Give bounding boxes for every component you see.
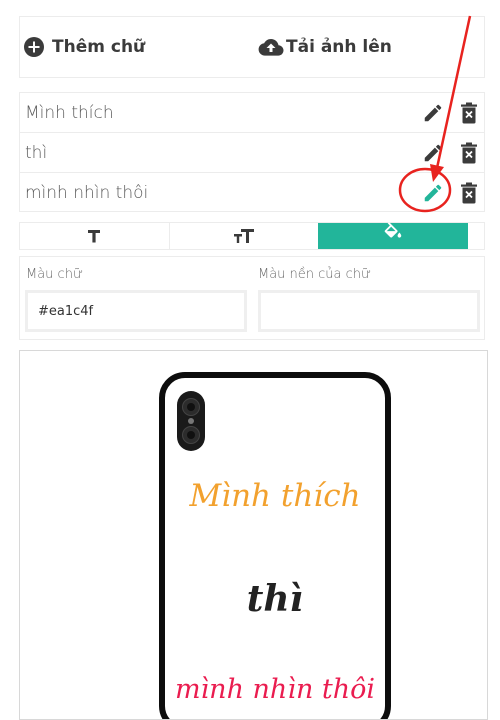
preview-text-line-3[interactable]: mình nhìn thôi xyxy=(165,674,385,705)
text-size-icon xyxy=(233,229,254,243)
list-item[interactable]: mình nhìn thôi xyxy=(20,173,484,213)
camera-module xyxy=(177,391,205,451)
phone-case-mockup: Mình thích thì mình nhìn thôi xyxy=(159,372,391,719)
style-tabs xyxy=(19,222,485,250)
preview-text-line-1[interactable]: Mình thích xyxy=(165,478,385,514)
plus-circle-icon xyxy=(24,37,44,57)
add-text-label: Thêm chữ xyxy=(52,37,146,57)
text-icon xyxy=(88,230,100,243)
text-color-input[interactable] xyxy=(25,290,247,332)
background-color-input[interactable] xyxy=(258,290,480,332)
text-color-label: Màu chữ xyxy=(26,267,84,282)
pencil-icon[interactable] xyxy=(422,102,444,124)
trash-icon[interactable] xyxy=(460,182,478,204)
text-item-label: thì xyxy=(25,142,48,163)
text-item-label: mình nhìn thôi xyxy=(25,183,149,203)
tab-color[interactable] xyxy=(318,222,468,249)
text-item-label: Mình thích xyxy=(25,102,114,123)
add-text-button[interactable]: Thêm chữ xyxy=(23,17,145,77)
camera-lens-icon xyxy=(182,426,200,444)
list-item[interactable]: thì xyxy=(20,133,484,173)
pencil-icon[interactable] xyxy=(422,142,444,164)
tab-font[interactable] xyxy=(20,223,168,249)
fill-color-icon xyxy=(384,222,402,238)
cloud-upload-icon xyxy=(258,39,284,56)
background-color-label: Màu nền của chữ xyxy=(258,267,372,282)
trash-icon[interactable] xyxy=(460,102,478,124)
list-item[interactable]: Mình thích xyxy=(20,93,484,133)
text-layer-list: Mình thích thì mình nhìn thôi xyxy=(19,92,485,212)
flash-icon xyxy=(188,418,194,424)
trash-icon[interactable] xyxy=(460,142,478,164)
toolbar: Thêm chữ Tải ảnh lên xyxy=(19,16,485,78)
tab-text-size[interactable] xyxy=(169,223,317,249)
upload-label: Tải ảnh lên xyxy=(286,37,392,57)
color-panel: Màu chữ Màu nền của chữ xyxy=(19,256,485,340)
camera-lens-icon xyxy=(182,398,200,416)
design-preview: Mình thích thì mình nhìn thôi xyxy=(19,350,488,720)
preview-text-line-2[interactable]: thì xyxy=(165,578,385,620)
pencil-icon[interactable] xyxy=(422,182,444,204)
upload-image-button[interactable]: Tải ảnh lên xyxy=(258,17,392,77)
